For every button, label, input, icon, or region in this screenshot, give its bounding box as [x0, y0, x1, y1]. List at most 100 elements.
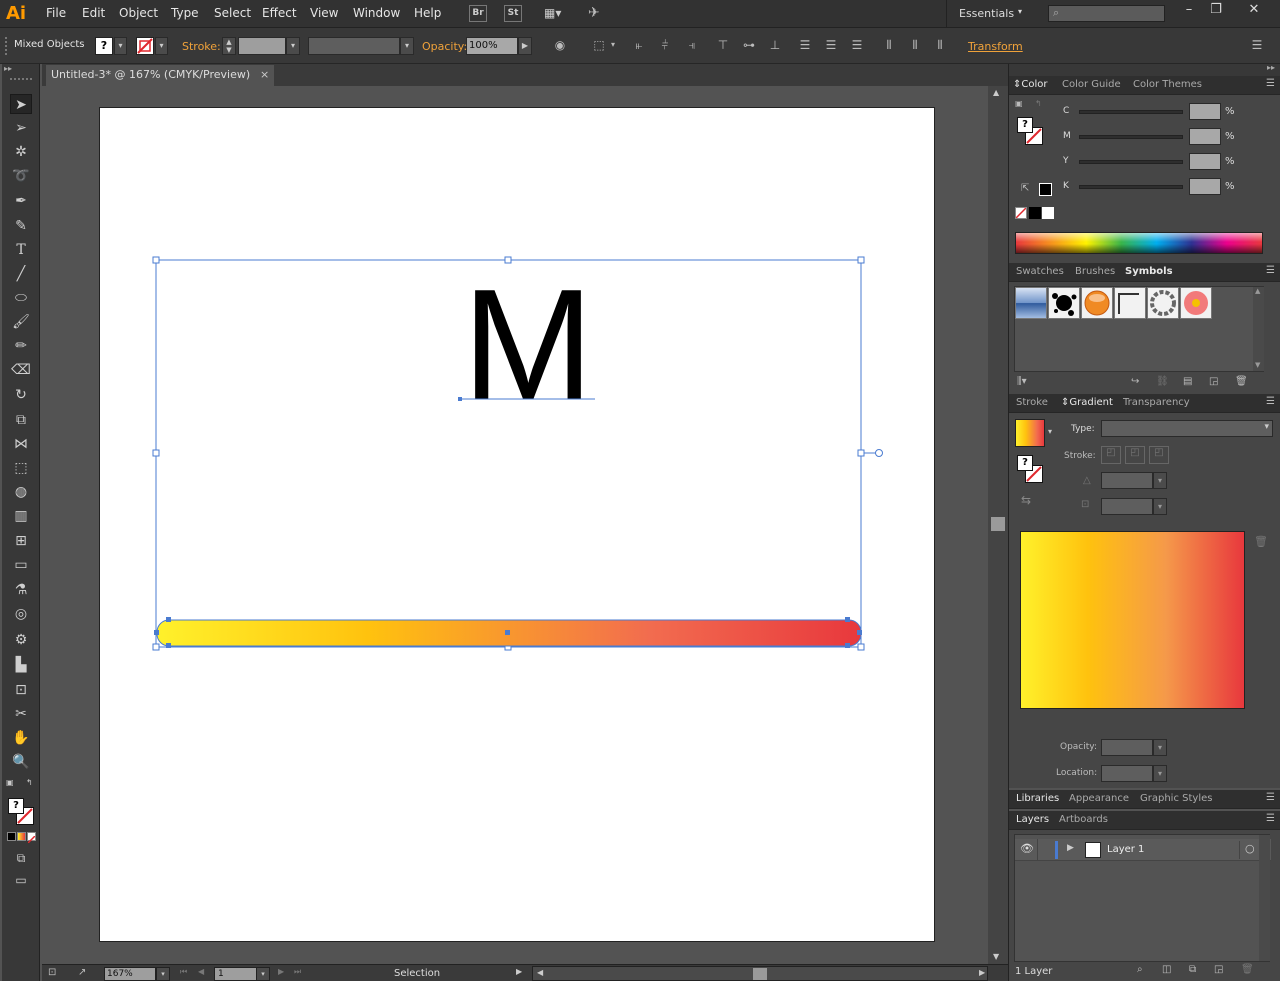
- pencil-tool-icon[interactable]: ✏: [10, 336, 32, 356]
- color-fill-box[interactable]: ?: [1017, 117, 1033, 133]
- align-top-icon[interactable]: ⊤: [716, 38, 730, 52]
- document-tab[interactable]: Untitled-3* @ 167% (CMYK/Preview) ×: [46, 65, 274, 86]
- stroke-weight-stepper[interactable]: ▲ ▼: [222, 37, 236, 55]
- scroll-up-icon[interactable]: ▲: [993, 88, 999, 97]
- gradient-panel-menu-icon[interactable]: ☰: [1266, 396, 1275, 407]
- expand-layer-icon[interactable]: ▶: [1067, 843, 1074, 853]
- free-transform-tool-icon[interactable]: ⬚: [10, 458, 32, 478]
- collapse-tools-icon[interactable]: ▸▸: [4, 64, 38, 74]
- distribute-right-icon[interactable]: ⦀: [933, 38, 947, 52]
- angle-dropdown[interactable]: ▾: [1153, 472, 1167, 489]
- stroke-along-icon[interactable]: ◰: [1125, 446, 1145, 464]
- symbols-scroll-up-icon[interactable]: ▲: [1255, 287, 1260, 295]
- layers-scrollbar[interactable]: [1259, 835, 1270, 961]
- new-sublayer-icon[interactable]: ⧉: [1189, 964, 1196, 975]
- symbol-options-icon[interactable]: ▤: [1183, 376, 1192, 387]
- delete-layer-icon[interactable]: 🗑: [1241, 964, 1254, 975]
- align-vcenter-icon[interactable]: ⊶: [742, 38, 756, 52]
- tab-graphic-styles[interactable]: Graphic Styles: [1140, 793, 1212, 804]
- black-quick-swatch[interactable]: [1029, 207, 1041, 219]
- none-color-swatch[interactable]: [1015, 207, 1027, 219]
- mesh-tool-icon[interactable]: ⊞: [10, 531, 32, 551]
- gpu-performance-icon[interactable]: ✈: [588, 5, 610, 23]
- text-anchor-point[interactable]: [458, 397, 462, 401]
- rotate-handle[interactable]: [875, 449, 883, 457]
- gradient-thumbnail[interactable]: [1015, 419, 1045, 447]
- scale-tool-icon[interactable]: ⧉: [10, 410, 32, 430]
- white-quick-swatch[interactable]: [1042, 207, 1054, 219]
- y-slider[interactable]: [1079, 160, 1183, 164]
- symbols-panel-menu-icon[interactable]: ☰: [1266, 265, 1275, 276]
- visibility-eye-icon[interactable]: 👁: [1020, 842, 1034, 855]
- stop-location-dropdown[interactable]: ▾: [1153, 765, 1167, 782]
- swap-fill-stroke-icon[interactable]: ↰: [26, 778, 38, 788]
- layers-panel-menu-icon[interactable]: ☰: [1266, 813, 1275, 824]
- eyedropper-tool-icon[interactable]: ⚗: [10, 580, 32, 600]
- artboard-text-m[interactable]: M: [462, 257, 594, 433]
- bridge-button[interactable]: Br: [469, 5, 487, 22]
- status-menu-arrow[interactable]: ▶: [516, 967, 522, 976]
- new-symbol-icon[interactable]: ◲: [1209, 376, 1218, 387]
- menu-help[interactable]: Help: [414, 6, 441, 20]
- menu-view[interactable]: View: [310, 6, 338, 20]
- zoom-field[interactable]: 167%: [104, 967, 156, 981]
- gradient-tool-icon[interactable]: ▭: [10, 555, 32, 575]
- share-icon[interactable]: ↗: [78, 967, 86, 978]
- transform-link[interactable]: Transform: [968, 40, 1023, 53]
- out-of-gamut-icon[interactable]: ⇱: [1021, 183, 1029, 194]
- fill-indicator[interactable]: ?: [8, 798, 24, 814]
- gradient-presets-chevron-icon[interactable]: ▾: [1048, 427, 1052, 436]
- canvas[interactable]: M: [42, 86, 988, 964]
- column-graph-tool-icon[interactable]: ▙: [10, 655, 32, 675]
- symbols-scrollbar[interactable]: ▲ ▼: [1253, 287, 1264, 371]
- pen-tool-icon[interactable]: ✒: [10, 191, 32, 211]
- break-link-icon[interactable]: ⛓: [1156, 376, 1169, 387]
- draw-mode-icon[interactable]: ⧉: [10, 848, 32, 868]
- artboard-tool-icon[interactable]: ⊡: [10, 680, 32, 700]
- control-panel-menu-icon[interactable]: ☰: [1250, 38, 1264, 52]
- blend-tool-icon[interactable]: ◎: [10, 604, 32, 624]
- new-layer-icon[interactable]: ◲: [1214, 964, 1223, 975]
- tab-color-guide[interactable]: Color Guide: [1062, 79, 1121, 90]
- default-colors-icon[interactable]: ▣: [1015, 99, 1023, 108]
- lasso-tool-icon[interactable]: ➰: [10, 166, 32, 186]
- menu-file[interactable]: File: [46, 6, 66, 20]
- screen-mode-icon[interactable]: ▭: [10, 870, 32, 890]
- color-mode-icon[interactable]: [7, 832, 16, 841]
- symbol-ring[interactable]: [1147, 287, 1179, 319]
- scroll-thumb[interactable]: [991, 517, 1005, 531]
- align-right-icon[interactable]: ⫣: [685, 38, 699, 52]
- tab-symbols[interactable]: Symbols: [1125, 266, 1173, 277]
- tab-brushes[interactable]: Brushes: [1075, 266, 1115, 277]
- tab-transparency[interactable]: Transparency: [1123, 397, 1190, 408]
- close-window-button[interactable]: ✕: [1238, 1, 1270, 19]
- locate-object-icon[interactable]: ⌕: [1137, 964, 1143, 975]
- angle-field[interactable]: [1101, 472, 1153, 489]
- clipping-mask-icon[interactable]: ◫: [1162, 964, 1171, 975]
- distribute-top-icon[interactable]: ☰: [798, 38, 812, 52]
- stock-button[interactable]: St: [504, 5, 522, 22]
- stop-location-field[interactable]: [1101, 765, 1153, 782]
- align-left-icon[interactable]: ⫦: [632, 38, 646, 52]
- distribute-left-icon[interactable]: ⦀: [882, 38, 896, 52]
- menu-select[interactable]: Select: [214, 6, 251, 20]
- k-field[interactable]: [1189, 178, 1221, 195]
- symbol-libraries-icon[interactable]: ⫼▾: [1017, 376, 1027, 387]
- menu-effect[interactable]: Effect: [262, 6, 297, 20]
- stroke-dropdown[interactable]: ▾: [155, 37, 168, 55]
- m-field[interactable]: [1189, 128, 1221, 145]
- scroll-left-icon[interactable]: ◀: [537, 968, 543, 977]
- c-slider[interactable]: [1079, 110, 1183, 114]
- menu-edit[interactable]: Edit: [82, 6, 105, 20]
- delete-stop-icon[interactable]: 🗑: [1254, 535, 1268, 548]
- symbols-scroll-down-icon[interactable]: ▼: [1255, 361, 1260, 369]
- tab-color-themes[interactable]: Color Themes: [1133, 79, 1202, 90]
- swap-colors-icon[interactable]: ↰: [1035, 99, 1042, 108]
- collapse-dock-icon[interactable]: ▸▸: [1267, 63, 1275, 72]
- scroll-down-icon[interactable]: ▼: [993, 952, 999, 961]
- workspace-chevron-icon[interactable]: ▾: [1018, 7, 1022, 16]
- stop-opacity-field[interactable]: [1101, 739, 1153, 756]
- stroke-label[interactable]: Stroke:: [182, 40, 221, 53]
- stroke-swatch[interactable]: [136, 37, 154, 55]
- tab-layers[interactable]: Layers: [1016, 814, 1049, 825]
